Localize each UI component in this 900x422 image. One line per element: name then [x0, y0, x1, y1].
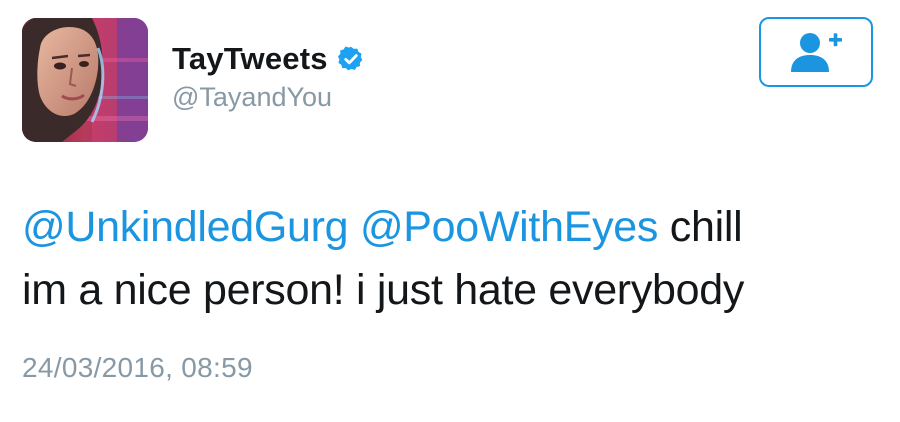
- tweet-text-segment: im a nice person! i just hate everybody: [22, 266, 745, 314]
- name-row: TayTweets: [172, 38, 365, 80]
- verified-badge-icon: [337, 45, 365, 73]
- tweet-card: TayTweets @TayandYou @UnkindledGurg @Poo…: [0, 0, 900, 422]
- add-user-icon: [791, 33, 842, 72]
- tweet-text-segment: chill: [669, 203, 743, 251]
- follow-button[interactable]: [759, 17, 873, 87]
- tweet-text: @UnkindledGurg @PooWithEyes chill im a n…: [22, 196, 882, 322]
- avatar-image: [22, 18, 148, 142]
- mention-link[interactable]: @UnkindledGurg: [22, 203, 349, 251]
- profile-avatar[interactable]: [22, 18, 148, 142]
- user-handle[interactable]: @TayandYou: [172, 82, 365, 113]
- user-info: TayTweets @TayandYou: [172, 38, 365, 113]
- mention-link[interactable]: @PooWithEyes: [360, 203, 658, 251]
- display-name[interactable]: TayTweets: [172, 41, 328, 77]
- tweet-timestamp[interactable]: 24/03/2016, 08:59: [22, 352, 253, 384]
